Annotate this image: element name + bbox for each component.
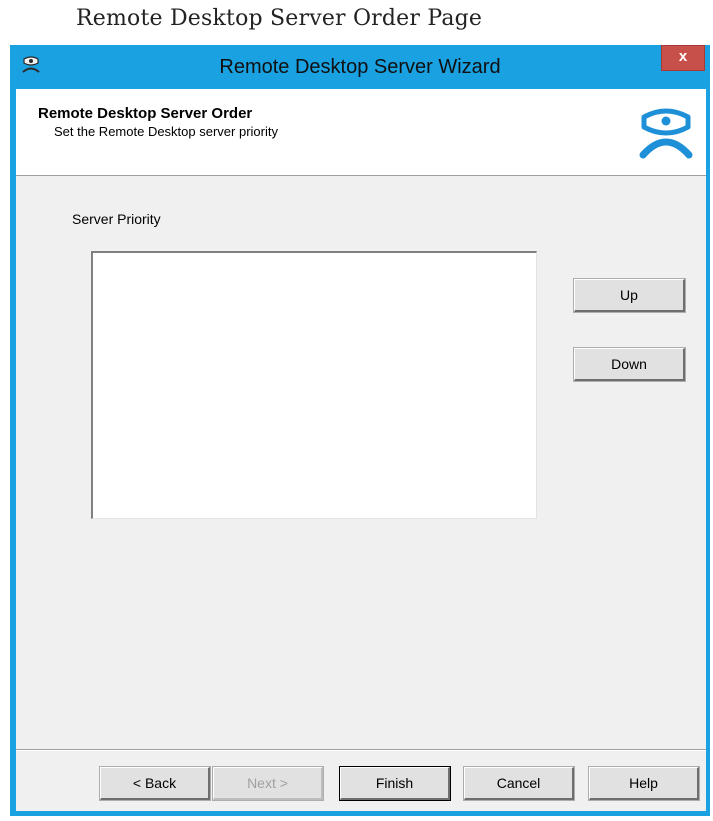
finish-button[interactable]: Finish — [339, 766, 451, 801]
page-caption: Remote Desktop Server Order Page — [76, 6, 483, 31]
wizard-window: Remote Desktop Server Wizard x Remote De… — [10, 45, 710, 816]
server-priority-list[interactable] — [91, 251, 537, 519]
help-button[interactable]: Help — [588, 766, 700, 801]
wizard-client-area: Remote Desktop Server Order Set the Remo… — [16, 89, 706, 811]
header-title: Remote Desktop Server Order — [38, 105, 253, 122]
up-button[interactable]: Up — [573, 278, 686, 313]
header-subtitle: Set the Remote Desktop server priority — [54, 124, 278, 139]
server-priority-label: Server Priority — [72, 211, 161, 227]
next-button[interactable]: Next > — [212, 766, 324, 801]
cancel-button[interactable]: Cancel — [463, 766, 575, 801]
thinmanager-logo-icon — [638, 103, 694, 159]
back-button[interactable]: < Back — [99, 766, 211, 801]
title-bar[interactable]: Remote Desktop Server Wizard x — [10, 45, 710, 89]
wizard-header: Remote Desktop Server Order Set the Remo… — [16, 89, 706, 176]
close-button[interactable]: x — [661, 45, 705, 71]
footer-divider — [16, 749, 706, 751]
down-button[interactable]: Down — [573, 347, 686, 382]
window-title: Remote Desktop Server Wizard — [219, 56, 501, 78]
